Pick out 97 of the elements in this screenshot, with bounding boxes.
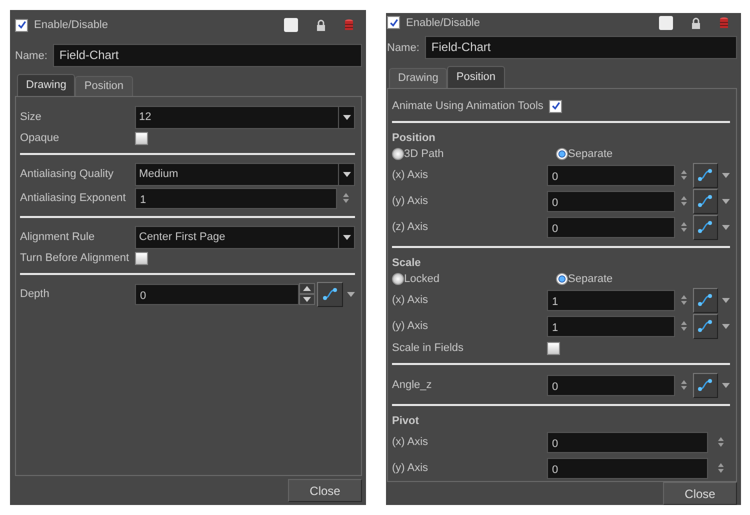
- spin-arrows-icon[interactable]: [680, 222, 687, 232]
- spin-arrows-icon[interactable]: [680, 170, 687, 180]
- number-field[interactable]: 1: [547, 290, 675, 310]
- name-label: Name:: [387, 42, 420, 54]
- number-field[interactable]: 0: [547, 164, 675, 186]
- database-icon[interactable]: [719, 16, 729, 28]
- dropdown[interactable]: Medium: [135, 162, 355, 186]
- number-field[interactable]: 0: [547, 432, 708, 452]
- name-field[interactable]: Field-Chart: [53, 44, 362, 67]
- number-field[interactable]: 1: [547, 316, 675, 336]
- spin-arrows-icon[interactable]: [718, 437, 724, 447]
- caret-icon[interactable]: [347, 292, 355, 296]
- database-icon[interactable]: [344, 19, 354, 31]
- function-curve-button[interactable]: [692, 288, 718, 312]
- field-label: Antialiasing Exponent: [20, 192, 127, 204]
- section-heading: Pivot: [392, 415, 420, 429]
- spin-arrows-icon[interactable]: [343, 193, 349, 203]
- checkbox[interactable]: [549, 100, 562, 112]
- caret-icon[interactable]: [722, 382, 730, 388]
- number-field[interactable]: 0: [547, 458, 708, 478]
- caret-icon[interactable]: [722, 298, 730, 302]
- caret-icon: [342, 172, 350, 176]
- radio-button[interactable]: Separate: [556, 148, 613, 160]
- square-icon[interactable]: [659, 16, 673, 30]
- field-label: Size: [20, 111, 42, 123]
- caret-down-icon: [303, 297, 312, 302]
- lock-icon[interactable]: [316, 19, 326, 31]
- checkbox[interactable]: [135, 132, 148, 144]
- step-down-button[interactable]: [299, 294, 316, 305]
- radio-button[interactable]: 3D Path: [392, 148, 556, 160]
- radio-button[interactable]: Locked: [392, 273, 556, 285]
- caret-up-icon: [303, 286, 312, 291]
- caret-icon: [342, 114, 350, 120]
- checkbox[interactable]: [387, 16, 400, 29]
- section-heading: Scale: [392, 257, 422, 271]
- field-label: Angle_z: [392, 379, 433, 391]
- spin-arrows-icon[interactable]: [680, 295, 687, 305]
- close-button[interactable]: Close: [288, 479, 362, 502]
- name-label: Name:: [15, 50, 48, 62]
- radio-button[interactable]: Separate: [556, 273, 613, 285]
- dropdown[interactable]: Center First Page: [135, 226, 355, 248]
- checkbox[interactable]: [135, 252, 148, 264]
- field-label: Alignment Rule: [20, 231, 96, 243]
- field-label: Opaque: [20, 132, 60, 144]
- name-field[interactable]: Field-Chart: [425, 36, 737, 59]
- function-curve-button[interactable]: [692, 372, 718, 398]
- field-label: (x) Axis: [392, 169, 430, 181]
- function-curve-button[interactable]: [692, 214, 718, 240]
- field-label: Animate Using Animation Tools: [392, 100, 544, 112]
- number-field[interactable]: 0: [547, 216, 675, 238]
- curve-icon: [322, 287, 338, 301]
- field-label: (y) Axis: [392, 320, 430, 332]
- function-curve-button[interactable]: [317, 282, 344, 306]
- field-label: Depth: [20, 288, 50, 300]
- number-field[interactable]: 0: [547, 190, 675, 212]
- checkbox[interactable]: [15, 18, 28, 32]
- enable-label: Enable/Disable: [34, 19, 108, 31]
- curve-icon: [697, 319, 714, 333]
- number-field[interactable]: 1: [135, 188, 337, 208]
- number-field[interactable]: 0: [547, 374, 675, 396]
- enable-label: Enable/Disable: [406, 16, 480, 28]
- field-label: Scale in Fields: [392, 342, 465, 354]
- field-label: (x) Axis: [392, 294, 430, 306]
- spin-arrows-icon[interactable]: [680, 380, 687, 390]
- tab[interactable]: Position: [447, 66, 504, 88]
- caret-icon: [342, 234, 350, 240]
- field-label: (y) Axis: [392, 195, 430, 207]
- field-label: (z) Axis: [392, 221, 430, 233]
- checkbox[interactable]: [547, 342, 560, 354]
- function-curve-button[interactable]: [692, 314, 718, 338]
- tab[interactable]: Drawing: [17, 74, 76, 96]
- number-field[interactable]: 0: [135, 284, 300, 304]
- curve-icon: [697, 220, 714, 234]
- tab[interactable]: Position: [75, 76, 132, 96]
- caret-icon[interactable]: [722, 198, 730, 204]
- curve-icon: [697, 293, 714, 307]
- caret-icon[interactable]: [722, 172, 730, 178]
- spin-arrows-icon[interactable]: [718, 463, 724, 473]
- curve-icon: [697, 194, 714, 208]
- close-button[interactable]: Close: [663, 482, 737, 505]
- function-curve-button[interactable]: [692, 188, 718, 214]
- field-label: (y) Axis: [392, 462, 430, 474]
- curve-icon: [697, 168, 714, 182]
- section-heading: Position: [392, 132, 436, 146]
- lock-icon[interactable]: [691, 16, 701, 28]
- step-up-button[interactable]: [299, 283, 316, 294]
- tab[interactable]: Drawing: [389, 68, 448, 88]
- function-curve-button[interactable]: [692, 162, 718, 188]
- spin-arrows-icon[interactable]: [680, 196, 687, 206]
- spin-arrows-icon[interactable]: [680, 321, 687, 331]
- caret-icon[interactable]: [722, 224, 730, 230]
- dropdown[interactable]: 12: [135, 106, 355, 128]
- caret-icon[interactable]: [722, 324, 730, 328]
- field-label: Antialiasing Quality: [20, 168, 115, 180]
- field-label: Turn Before Alignment: [20, 252, 130, 264]
- field-label: (x) Axis: [392, 436, 430, 448]
- curve-icon: [697, 378, 714, 392]
